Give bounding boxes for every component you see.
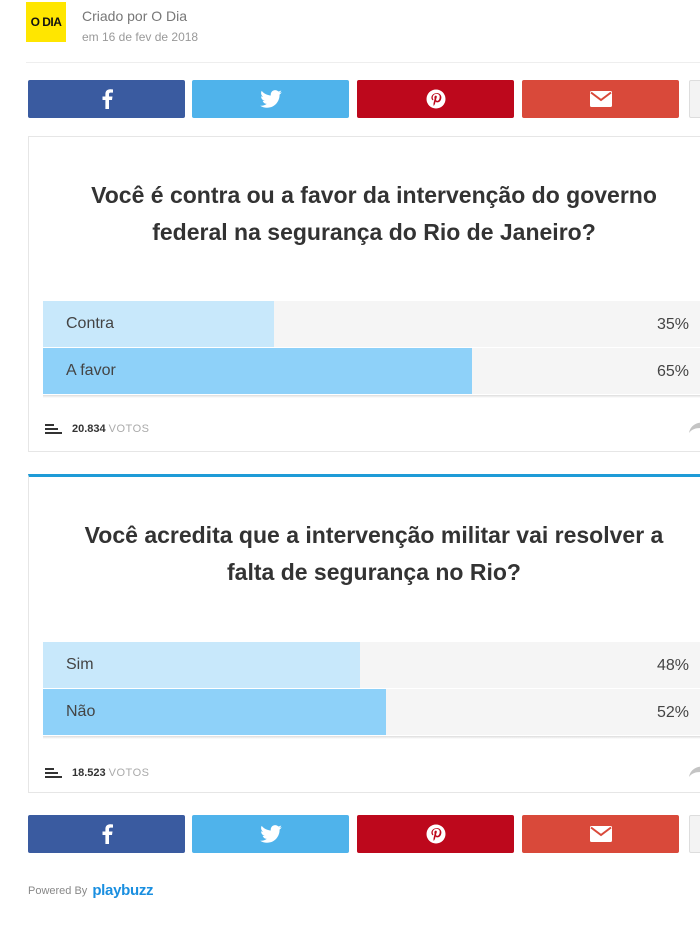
pinterest-icon	[426, 89, 445, 109]
powered-by-label: Powered By	[28, 884, 88, 897]
answer-percent: 35%	[656, 316, 689, 333]
question-line: falta de segurança no Rio?	[227, 559, 521, 585]
poll-card: Você é contra ou a favor da intervenção …	[28, 136, 700, 452]
answer-label: A favor	[66, 362, 116, 379]
facebook-icon	[102, 89, 113, 109]
publish-date: em 16 de fev de 2018	[82, 30, 199, 44]
facebook-icon	[102, 824, 113, 844]
pinterest-share-button[interactable]	[357, 80, 514, 118]
share-arrow-icon[interactable]	[689, 419, 700, 438]
facebook-share-button[interactable]	[28, 815, 185, 853]
poll-answer-a-favor[interactable]: A favor 65%	[43, 348, 700, 394]
share-bar-top	[28, 80, 700, 118]
answer-percent: 65%	[656, 363, 689, 380]
votes-number: 18.523	[72, 767, 106, 779]
share-bar-bottom	[28, 815, 700, 853]
question-line: Você é contra ou a favor da intervenção …	[91, 182, 657, 208]
poll-answer-sim[interactable]: Sim 48%	[43, 642, 700, 688]
poll-answers: Contra 35% A favor 65%	[43, 301, 700, 398]
votes-number: 20.834	[72, 423, 106, 435]
twitter-share-button[interactable]	[192, 815, 349, 853]
powered-by: Powered By playbuzz	[28, 882, 154, 899]
results-icon	[45, 767, 62, 778]
created-by: Criado por O Dia	[82, 8, 188, 24]
answer-label: Não	[66, 703, 96, 720]
poll-answers: Sim 48% Não 52%	[43, 642, 700, 739]
results-icon	[45, 423, 62, 434]
twitter-share-button[interactable]	[192, 80, 349, 118]
votes-label: VOTOS	[108, 423, 150, 435]
question-line: Você acredita que a intervenção militar …	[84, 522, 664, 548]
answers-shadow	[43, 736, 700, 739]
twitter-icon	[259, 825, 282, 843]
email-share-button[interactable]	[522, 815, 679, 853]
divider	[26, 62, 700, 63]
answer-percent: 52%	[656, 704, 689, 721]
email-share-button[interactable]	[522, 80, 679, 118]
o-dia-logo[interactable]: O DIA	[26, 2, 66, 42]
email-icon	[589, 826, 612, 842]
twitter-icon	[259, 90, 282, 108]
email-icon	[589, 91, 612, 107]
share-arrow-icon[interactable]	[689, 763, 700, 782]
poll-question: Você acredita que a intervenção militar …	[29, 517, 700, 591]
votes-count: 20.834 VOTOS	[45, 423, 149, 435]
answer-percent: 48%	[656, 657, 689, 674]
answer-label: Sim	[66, 656, 94, 673]
votes-count: 18.523 VOTOS	[45, 767, 149, 779]
poll-question: Você é contra ou a favor da intervenção …	[29, 177, 700, 251]
answers-shadow	[43, 395, 700, 398]
poll-answer-nao[interactable]: Não 52%	[43, 689, 700, 735]
playbuzz-logo[interactable]: playbuzz	[92, 882, 153, 899]
facebook-share-button[interactable]	[28, 80, 185, 118]
pinterest-share-button[interactable]	[357, 815, 514, 853]
votes-label: VOTOS	[108, 767, 150, 779]
header: O DIA Criado por O Dia em 16 de fev de 2…	[26, 2, 700, 52]
pinterest-icon	[426, 824, 445, 844]
question-line: federal na segurança do Rio de Janeiro?	[152, 219, 596, 245]
poll-answer-contra[interactable]: Contra 35%	[43, 301, 700, 347]
answer-label: Contra	[66, 315, 115, 332]
more-share-button[interactable]	[689, 80, 700, 118]
poll-card: Você acredita que a intervenção militar …	[28, 474, 700, 793]
more-share-button[interactable]	[689, 815, 700, 853]
